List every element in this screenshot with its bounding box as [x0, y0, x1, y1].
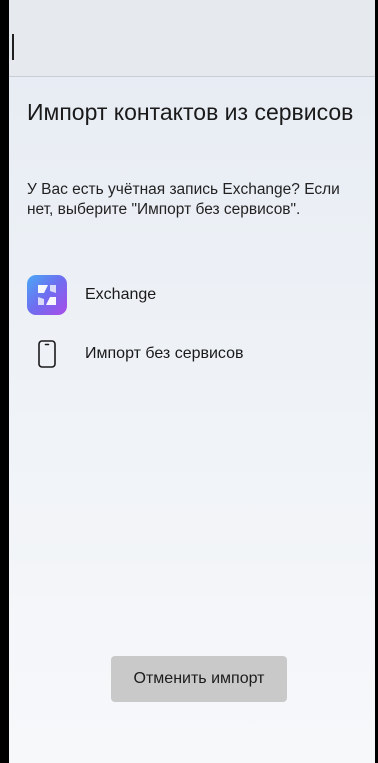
option-label: Exchange	[85, 286, 157, 303]
option-import-without-services[interactable]: Импорт без сервисов	[27, 334, 357, 374]
exchange-app-icon	[27, 275, 67, 315]
option-label: Импорт без сервисов	[85, 345, 244, 362]
phone-icon	[27, 334, 67, 374]
top-bar	[9, 0, 375, 77]
screen: Импорт контактов из сервисов У Вас есть …	[9, 0, 375, 763]
description-text: У Вас есть учётная запись Exchange? Если…	[27, 181, 340, 218]
option-exchange[interactable]: Exchange	[27, 275, 357, 315]
cancel-import-button[interactable]: Отменить импорт	[111, 656, 287, 702]
text-cursor	[12, 34, 14, 60]
page-title: Импорт контактов из сервисов	[27, 99, 354, 125]
